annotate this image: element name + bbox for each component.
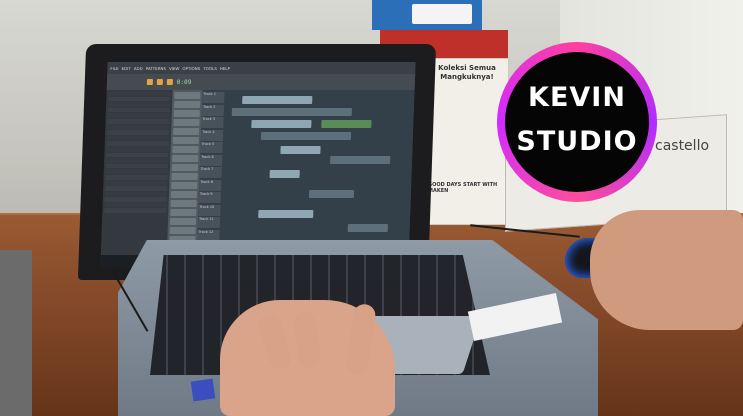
track-header[interactable]: Track 6: [199, 154, 223, 166]
fl-playlist: Track 1 Track 2 Track 3 Track 4 Track 5 Track…: [196, 90, 415, 255]
track-header[interactable]: Track 10: [198, 204, 221, 216]
clip: [269, 170, 300, 178]
clip: [330, 156, 391, 164]
browser-item[interactable]: [106, 146, 169, 152]
laptop-screen: FILE EDIT ADD PATTERNS VIEW OPTIONS TOOLS HELP …: [100, 62, 416, 267]
photo-scene: Koleksi Semua Mangkuknya! GOOD DAYS STAR…: [0, 0, 743, 416]
track-header[interactable]: Track 3: [201, 117, 224, 128]
channel-slot[interactable]: [173, 101, 201, 108]
channel-slot[interactable]: [172, 137, 199, 144]
fl-toolbar: 0:09: [106, 74, 416, 90]
browser-item[interactable]: [106, 135, 170, 141]
channel-slot[interactable]: [170, 200, 197, 207]
track-header[interactable]: Track 2: [201, 104, 225, 116]
track-header[interactable]: Track 11: [197, 217, 221, 228]
browser-item[interactable]: [104, 202, 167, 208]
fl-menu-bar: FILE EDIT ADD PATTERNS VIEW OPTIONS TOOLS HELP: [107, 62, 416, 74]
right-hand: [590, 210, 743, 330]
browser-item[interactable]: [105, 186, 168, 191]
channel-slot[interactable]: [173, 110, 200, 117]
browser-item[interactable]: [106, 158, 169, 163]
castello-brand: castello: [655, 138, 710, 154]
play-button[interactable]: [146, 79, 153, 85]
channel-slot[interactable]: [174, 92, 201, 99]
browser-item[interactable]: [105, 180, 168, 186]
left-cabinet: [0, 250, 32, 416]
clip: [347, 224, 388, 232]
clip: [251, 120, 312, 128]
channel-slot[interactable]: [173, 128, 200, 135]
fl-browser-panel: [100, 90, 173, 255]
bowl-box-heading: Koleksi Semua Mangkuknya!: [438, 64, 496, 81]
browser-item[interactable]: [107, 107, 170, 113]
browser-item[interactable]: [108, 96, 171, 102]
menu-item[interactable]: PATTERNS: [146, 66, 166, 71]
track-header[interactable]: Track 12: [197, 229, 220, 241]
menu-item[interactable]: ADD: [134, 66, 143, 71]
clip: [231, 108, 352, 116]
browser-item[interactable]: [106, 141, 169, 146]
menu-item[interactable]: TOOLS: [203, 66, 217, 71]
channel-slot[interactable]: [171, 173, 198, 180]
clip: [308, 190, 355, 198]
clip: [258, 210, 314, 218]
track-header[interactable]: Track 8: [199, 179, 222, 191]
browser-item[interactable]: [104, 208, 167, 214]
track-header[interactable]: Track 1: [202, 92, 225, 103]
menu-item[interactable]: VIEW: [169, 66, 180, 71]
browser-item[interactable]: [107, 124, 170, 130]
channel-slot[interactable]: [169, 218, 197, 225]
menu-item[interactable]: OPTIONS: [182, 66, 200, 71]
browser-item[interactable]: [105, 163, 169, 169]
browser-item[interactable]: [107, 113, 170, 118]
browser-item[interactable]: [108, 91, 171, 96]
logo-text-line1: KEVIN: [528, 82, 626, 113]
channel-slot[interactable]: [172, 146, 199, 153]
channel-slot[interactable]: [173, 119, 200, 126]
logo-badge: [505, 52, 649, 192]
clip: [321, 120, 372, 128]
browser-item[interactable]: [107, 130, 170, 135]
track-header[interactable]: Track 7: [199, 167, 222, 178]
menu-item[interactable]: EDIT: [122, 66, 131, 71]
record-button[interactable]: [166, 79, 173, 85]
stop-button[interactable]: [156, 79, 163, 85]
browser-item[interactable]: [106, 152, 169, 158]
intel-sticker: [190, 378, 216, 402]
track-header[interactable]: Track 4: [200, 129, 224, 141]
channel-slot[interactable]: [169, 227, 196, 234]
clip: [280, 146, 321, 154]
logo-text-line2: STUDIO: [516, 126, 638, 157]
channel-slot[interactable]: [170, 209, 197, 216]
clip: [242, 96, 313, 104]
channel-slot[interactable]: [171, 182, 198, 189]
track-header[interactable]: Track 5: [200, 142, 223, 153]
channel-slot[interactable]: [171, 164, 199, 171]
browser-item[interactable]: [107, 118, 170, 124]
browser-item[interactable]: [108, 102, 171, 107]
browser-item[interactable]: [104, 197, 167, 202]
menu-item[interactable]: FILE: [110, 66, 118, 71]
menu-item[interactable]: HELP: [220, 66, 230, 71]
channel-slot[interactable]: [170, 191, 198, 198]
time-display: 0:09: [176, 78, 192, 86]
bowl-box-tagline: GOOD DAYS START WITH MAKEN: [428, 182, 498, 194]
browser-item[interactable]: [105, 169, 168, 174]
track-header[interactable]: Track 9: [198, 192, 222, 203]
browser-item[interactable]: [104, 191, 168, 197]
blue-box-label: [412, 4, 472, 24]
clip: [260, 132, 352, 140]
channel-slot[interactable]: [172, 155, 199, 162]
browser-item[interactable]: [105, 174, 168, 180]
